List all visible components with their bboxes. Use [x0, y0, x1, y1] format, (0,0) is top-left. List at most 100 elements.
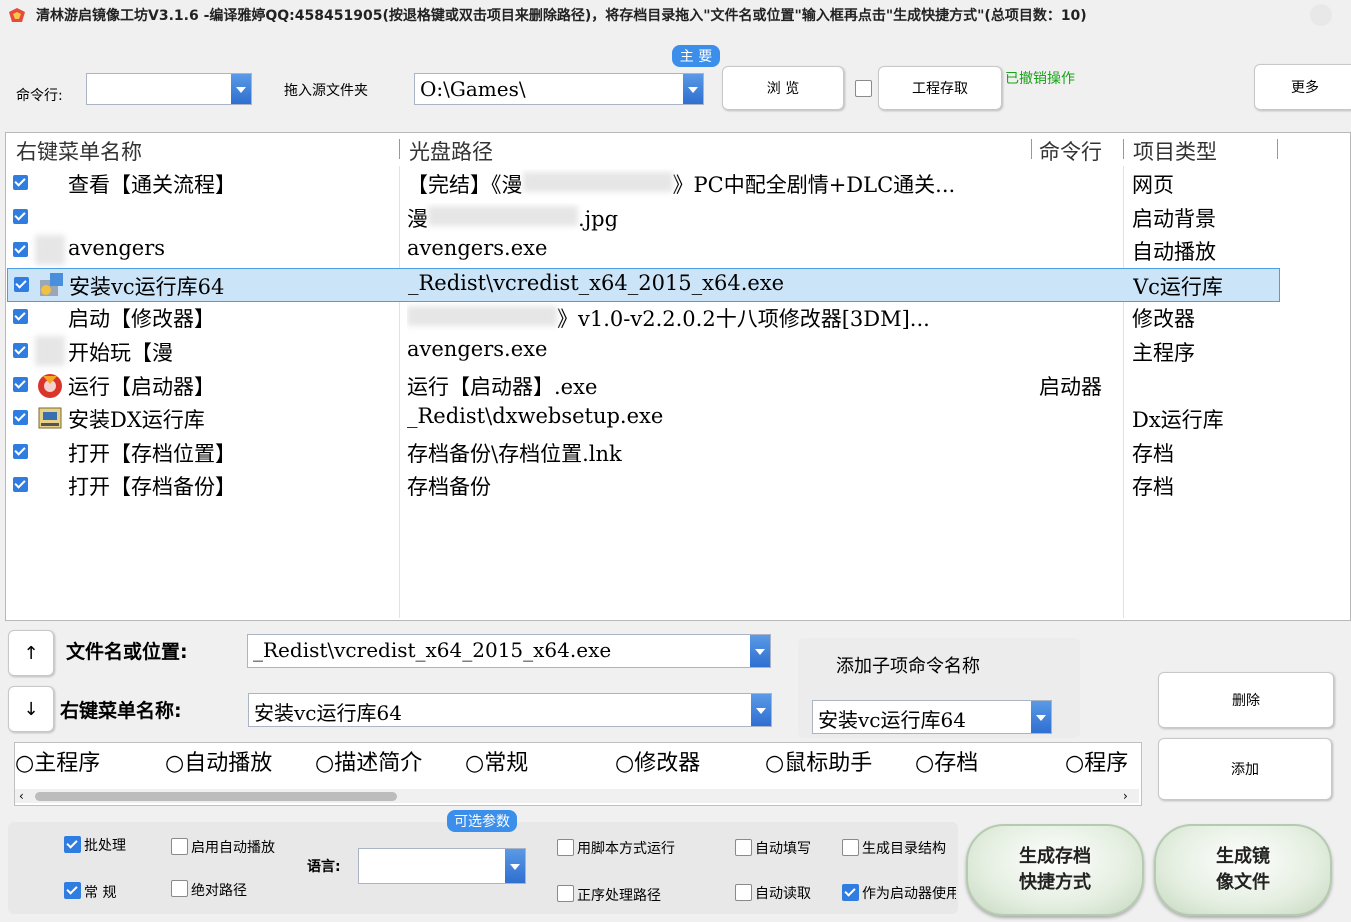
column-header-type[interactable]: 项目类型 — [1133, 136, 1217, 166]
horizontal-scrollbar[interactable]: ‹ › — [15, 789, 1139, 803]
table-row[interactable]: 漫 .jpg 启动背景 — [7, 201, 1278, 233]
source-folder-combo[interactable]: O:\Games\ — [414, 73, 704, 105]
row-type: 存档 — [1132, 441, 1174, 466]
normal-checkbox[interactable] — [64, 882, 81, 899]
row-path: _Redist\vcredist_x64_2015_x64.exe — [408, 271, 1024, 295]
absolute-path-checkbox[interactable] — [171, 880, 188, 897]
row-checkbox[interactable] — [13, 343, 28, 358]
options-title: 可选参数 — [447, 810, 517, 832]
item-type-strip[interactable]: ○主程序 ○自动播放 ○描述简介 ○常规 ○修改器 ○鼠标助手 ○存档 ○程序 … — [14, 742, 1142, 806]
autoplay-checkbox[interactable] — [171, 838, 188, 855]
column-divider[interactable] — [1031, 139, 1032, 159]
column-header-command[interactable]: 命令行 — [1039, 136, 1119, 166]
row-type: 修改器 — [1132, 307, 1195, 332]
chevron-down-icon[interactable] — [751, 694, 771, 726]
generate-shortcut-button[interactable]: 生成存档 快捷方式 — [966, 824, 1144, 916]
project-save-button[interactable]: 工程存取 — [878, 66, 1002, 110]
row-path-tail: .jpg — [578, 206, 619, 231]
row-checkbox[interactable] — [14, 276, 29, 292]
more-button[interactable]: 更多 — [1254, 64, 1351, 110]
row-path-head: 【完结】《漫 — [407, 173, 523, 197]
column-header-name[interactable]: 右键菜单名称 — [16, 136, 142, 166]
tab-main[interactable]: 主 要 — [672, 45, 720, 67]
as-launcher-checkbox[interactable] — [842, 884, 859, 901]
move-down-button[interactable]: ↓ — [8, 686, 54, 732]
column-header-path[interactable]: 光盘路径 — [409, 136, 493, 166]
table-row[interactable]: 打开【存档位置】 存档备份\存档位置.lnk 存档 — [7, 436, 1278, 468]
generate-shortcut-line1: 生成存档 — [1019, 846, 1091, 867]
autoread-checkbox[interactable] — [735, 884, 752, 901]
menu-name-combo[interactable]: 安装vc运行库64 — [248, 693, 772, 727]
chevron-down-icon[interactable] — [1031, 701, 1051, 733]
row-name: 启动【修改器】 — [68, 307, 215, 332]
command-line-label: 命令行: — [16, 88, 63, 104]
column-divider[interactable] — [1277, 139, 1278, 159]
reverse-order-checkbox[interactable] — [557, 885, 574, 902]
language-combo[interactable] — [358, 848, 526, 884]
type-radio[interactable]: ○描述简介 — [315, 745, 422, 777]
table-row[interactable]: 运行【启动器】 运行【启动器】.exe 启动器 — [7, 369, 1278, 401]
browse-button[interactable]: 浏 览 — [722, 66, 844, 110]
table-row[interactable]: 查看【通关流程】 【完结】《漫 》PC中配全剧情+DLC通关... 网页 — [7, 167, 1278, 199]
row-checkbox[interactable] — [13, 242, 28, 258]
row-name: 开始玩【漫 — [68, 341, 173, 365]
list-header: 右键菜单名称 光盘路径 命令行 项目类型 — [6, 133, 1350, 165]
toolbar-checkbox[interactable] — [855, 80, 872, 97]
row-checkbox[interactable] — [13, 477, 28, 493]
autofill-checkbox[interactable] — [735, 839, 752, 856]
row-path: 存档备份\存档位置.lnk — [407, 438, 1023, 468]
table-row[interactable]: 安装DX运行库 _Redist\dxwebsetup.exe Dx运行库 — [7, 402, 1278, 434]
scrollbar-thumb[interactable] — [35, 792, 397, 801]
type-radio[interactable]: ○程序 — [1065, 745, 1128, 777]
type-radio[interactable]: ○自动播放 — [165, 745, 272, 777]
row-path-head: avengers.exe — [407, 337, 548, 361]
row-path-tail: 》v1.0-v2.2.0.2十八项修改器[3DM]... — [557, 307, 930, 332]
close-button[interactable] — [1310, 4, 1332, 26]
row-checkbox[interactable] — [13, 443, 28, 459]
add-button[interactable]: 添加 — [1158, 738, 1332, 800]
table-row[interactable]: 开始玩【漫 avengers.exe 主程序 — [7, 335, 1278, 367]
menu-name-value: 安装vc运行库64 — [254, 701, 402, 725]
item-list[interactable]: 右键菜单名称 光盘路径 命令行 项目类型 查看【通关流程】 【完结】《漫 》PC中配… — [5, 132, 1351, 621]
type-radio[interactable]: ○存档 — [915, 745, 978, 777]
table-row[interactable]: 打开【存档备份】 存档备份 存档 — [7, 469, 1278, 501]
row-type: 启动背景 — [1132, 206, 1216, 231]
type-radio[interactable]: ○鼠标助手 — [765, 745, 872, 777]
table-row[interactable]: 启动【修改器】 》v1.0-v2.2.0.2十八项修改器[3DM]... 修改器 — [7, 301, 1278, 333]
row-checkbox[interactable] — [13, 175, 28, 190]
script-mode-checkbox[interactable] — [557, 839, 574, 856]
chevron-down-icon[interactable] — [231, 74, 251, 104]
subcommand-combo[interactable]: 安装vc运行库64 — [812, 700, 1052, 734]
column-divider[interactable] — [399, 139, 400, 159]
gen-dir-checkbox[interactable] — [842, 839, 859, 856]
normal-label: 常 规 — [84, 885, 117, 901]
row-name: 安装vc运行库64 — [69, 274, 225, 299]
type-radio[interactable]: ○常规 — [465, 745, 528, 777]
chevron-down-icon[interactable] — [505, 849, 525, 883]
row-name: avengers — [68, 236, 166, 261]
autofill-label: 自动填写 — [755, 841, 811, 857]
delete-button[interactable]: 删除 — [1158, 672, 1334, 728]
type-radio[interactable]: ○主程序 — [15, 745, 100, 777]
row-checkbox[interactable] — [13, 309, 28, 325]
row-checkbox[interactable] — [13, 410, 28, 426]
row-path: 存档备份 — [407, 471, 1023, 501]
type-radio[interactable]: ○修改器 — [615, 745, 700, 777]
table-row[interactable]: avengers avengers.exe 自动播放 — [7, 234, 1278, 266]
file-location-combo[interactable]: _Redist\vcredist_x64_2015_x64.exe — [247, 634, 771, 668]
chevron-down-icon[interactable] — [750, 635, 770, 667]
row-checkbox[interactable] — [13, 208, 28, 224]
command-line-combo[interactable] — [86, 73, 252, 105]
scroll-left-icon[interactable]: ‹ — [19, 789, 24, 803]
row-type: 存档 — [1132, 475, 1174, 500]
row-path: 漫 .jpg — [407, 203, 1023, 233]
subcommand-value: 安装vc运行库64 — [818, 708, 966, 732]
batch-checkbox[interactable] — [64, 836, 81, 853]
chevron-down-icon[interactable] — [683, 74, 703, 104]
scroll-right-icon[interactable]: › — [1123, 789, 1128, 803]
row-checkbox[interactable] — [13, 376, 28, 392]
column-divider[interactable] — [1123, 139, 1124, 159]
move-up-button[interactable]: ↑ — [8, 630, 54, 676]
generate-image-button[interactable]: 生成镜 像文件 — [1154, 824, 1332, 916]
table-row[interactable]: 安装vc运行库64 _Redist\vcredist_x64_2015_x64.e… — [7, 267, 1280, 302]
